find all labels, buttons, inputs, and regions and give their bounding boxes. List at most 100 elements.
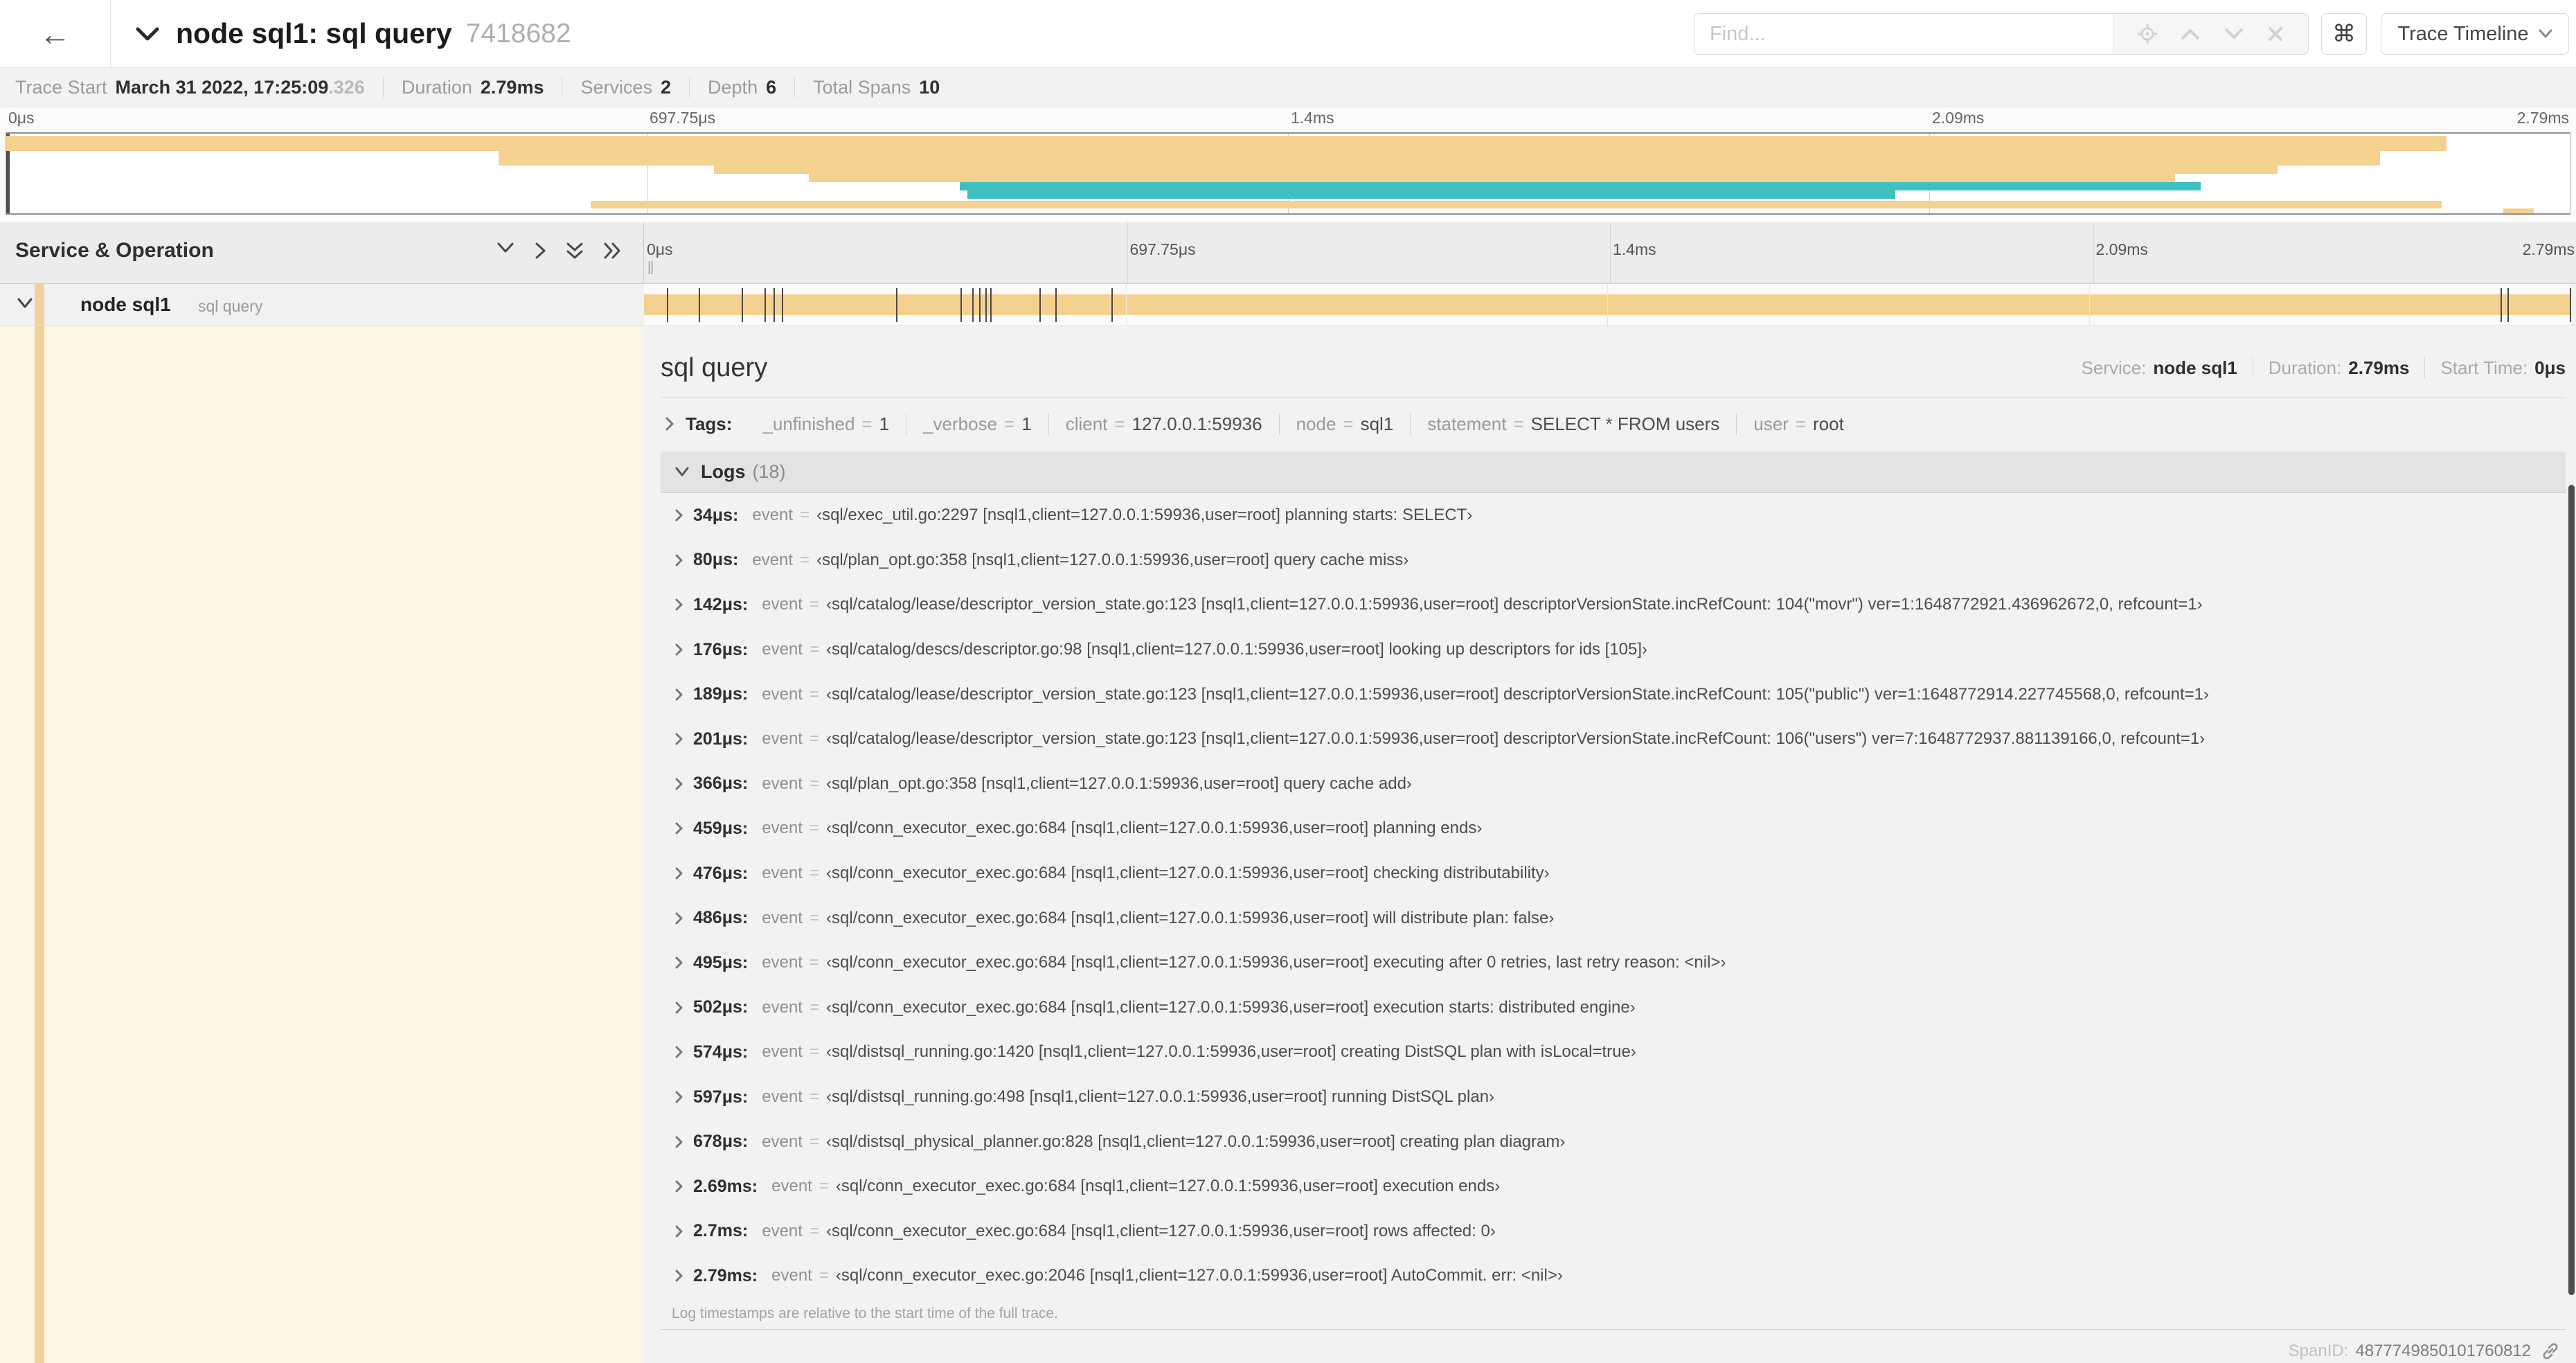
service-label: Service: (2081, 357, 2147, 378)
log-row[interactable]: 34μs: event = ‹sql/exec_util.go:2297 [ns… (661, 493, 2566, 538)
tag-item[interactable]: client = 127.0.0.1:59936 (1049, 413, 1280, 435)
service-operation-header: Service & Operation ‖ (0, 222, 654, 283)
timeline-tick-label: 697.75μs (1129, 240, 1196, 258)
log-row[interactable]: 502μs: event = ‹sql/conn_executor_exec.g… (661, 986, 2566, 1031)
chevron-right-icon (674, 598, 683, 612)
equals-sign: = (809, 729, 819, 749)
tag-value: sql1 (1360, 413, 1394, 434)
total-spans-value: 10 (919, 76, 940, 98)
vertical-scrollbar-thumb[interactable] (2568, 485, 2575, 1295)
trace-start-label: Trace Start (15, 76, 107, 98)
minimap-canvas[interactable] (6, 132, 2570, 215)
log-marker-tick (990, 288, 992, 322)
tag-item[interactable]: _unfinished = 1 (746, 413, 907, 435)
log-timestamp: 34μs: (693, 505, 739, 525)
logs-header[interactable]: Logs (18) (661, 452, 2566, 493)
collapse-one-icon[interactable] (497, 242, 515, 261)
span-name-cell[interactable]: node sql1 sql query (0, 284, 644, 326)
log-field-key: event (762, 1087, 803, 1107)
log-row[interactable]: 80μs: event = ‹sql/plan_opt.go:358 [nsql… (661, 538, 2566, 583)
chevron-right-icon (674, 1001, 683, 1015)
log-field-key: event (752, 506, 794, 525)
trace-view-selector[interactable]: Trace Timeline (2381, 13, 2569, 55)
log-row[interactable]: 574μs: event = ‹sql/distsql_running.go:1… (661, 1030, 2566, 1075)
log-field-value: ‹sql/conn_executor_exec.go:684 [nsql1,cl… (825, 953, 1726, 972)
logs-footer-note: Log timestamps are relative to the start… (672, 1305, 1058, 1321)
log-timestamp: 678μs: (693, 1132, 749, 1152)
log-row[interactable]: 176μs: event = ‹sql/catalog/descs/descri… (661, 627, 2566, 672)
collapse-all-icon[interactable] (566, 242, 584, 261)
back-arrow-icon: ← (39, 15, 71, 52)
next-result-icon[interactable] (2224, 28, 2244, 40)
equals-sign: = (1513, 413, 1524, 434)
tag-key: statement (1427, 413, 1507, 434)
log-marker-tick (741, 288, 743, 322)
log-row[interactable]: 597μs: event = ‹sql/distsql_running.go:4… (661, 1075, 2566, 1120)
prev-result-icon[interactable] (2181, 28, 2200, 40)
chevron-down-icon[interactable] (136, 26, 159, 42)
minimap-span-bar (960, 182, 2201, 190)
log-row[interactable]: 495μs: event = ‹sql/conn_executor_exec.g… (661, 941, 2566, 986)
minimap-span-bar (6, 136, 2447, 151)
log-row[interactable]: 189μs: event = ‹sql/catalog/lease/descri… (661, 672, 2566, 717)
log-field-value: ‹sql/catalog/lease/descriptor_version_st… (825, 684, 2209, 704)
locate-icon[interactable] (2137, 24, 2157, 44)
log-row[interactable]: 2.7ms: event = ‹sql/conn_executor_exec.g… (661, 1209, 2566, 1254)
minimap-span-bar (591, 201, 2442, 208)
start-time-value: 0μs (2534, 357, 2566, 378)
log-field-key: event (762, 595, 803, 614)
log-row[interactable]: 459μs: event = ‹sql/conn_executor_exec.g… (661, 806, 2566, 851)
keyboard-shortcuts-button[interactable]: ⌘ (2321, 13, 2367, 55)
log-marker-tick (1039, 288, 1041, 322)
trace-summary-bar: Trace Start March 31 2022, 17:25:09 .326… (0, 68, 2576, 107)
span-row[interactable]: node sql1 sql query (0, 284, 2576, 326)
log-field-value: ‹sql/catalog/lease/descriptor_version_st… (825, 729, 2206, 749)
log-field-value: ‹sql/conn_executor_exec.go:684 [nsql1,cl… (825, 1221, 1496, 1240)
expand-all-icon[interactable] (603, 242, 623, 261)
log-row[interactable]: 142μs: event = ‹sql/catalog/lease/descri… (661, 582, 2566, 627)
tags-accordion[interactable]: Tags: _unfinished = 1 _verbose = 1 clien… (661, 409, 2566, 439)
log-row[interactable]: 201μs: event = ‹sql/catalog/lease/descri… (661, 717, 2566, 762)
log-row[interactable]: 366μs: event = ‹sql/plan_opt.go:358 [nsq… (661, 762, 2566, 807)
log-row[interactable]: 2.69ms: event = ‹sql/conn_executor_exec.… (661, 1164, 2566, 1209)
chevron-right-icon (674, 553, 683, 567)
log-marker-tick (2507, 288, 2510, 322)
log-timestamp: 2.69ms: (693, 1176, 758, 1196)
timeline-tick-label: 1.4ms (1291, 109, 1334, 127)
tag-item[interactable]: node = sql1 (1280, 413, 1411, 435)
log-row[interactable]: 486μs: event = ‹sql/conn_executor_exec.g… (661, 896, 2566, 941)
log-row[interactable]: 678μs: event = ‹sql/distsql_physical_pla… (661, 1119, 2566, 1164)
log-row[interactable]: 2.79ms: event = ‹sql/conn_executor_exec.… (661, 1254, 2566, 1299)
span-service-name: node sql1 (80, 294, 171, 315)
tag-item[interactable]: user = root (1737, 413, 1861, 435)
tag-item[interactable]: statement = SELECT * FROM users (1411, 413, 1737, 435)
chevron-right-icon (674, 821, 683, 835)
span-bar-area[interactable] (644, 284, 2571, 326)
services-value: 2 (661, 76, 672, 98)
back-button[interactable]: ← (0, 0, 111, 67)
timeline-tick-label: 697.75μs (650, 109, 716, 127)
start-time-label: Start Time: (2440, 357, 2528, 378)
clear-search-icon[interactable] (2267, 26, 2284, 42)
find-input[interactable] (1694, 14, 2113, 54)
log-field-key: event (762, 864, 803, 883)
service-value: node sql1 (2153, 357, 2237, 378)
tag-item[interactable]: _verbose = 1 (906, 413, 1049, 435)
chevron-down-icon (674, 467, 690, 477)
equals-sign: = (809, 1087, 819, 1107)
link-icon[interactable] (2541, 1342, 2560, 1361)
tag-value: 1 (879, 413, 890, 434)
equals-sign: = (809, 908, 819, 927)
log-marker-tick (978, 288, 981, 322)
total-spans-label: Total Spans (813, 76, 911, 98)
log-row[interactable]: 476μs: event = ‹sql/conn_executor_exec.g… (661, 851, 2566, 896)
span-color-stripe (35, 326, 44, 1363)
log-marker-tick (782, 288, 784, 322)
collapse-children-icon[interactable] (17, 298, 33, 312)
expand-one-icon[interactable] (534, 242, 546, 261)
chevron-right-icon (674, 1224, 683, 1238)
divider (2424, 357, 2426, 378)
log-field-key: event (752, 550, 794, 569)
chevron-right-icon (674, 1179, 683, 1193)
log-field-key: event (762, 640, 803, 659)
